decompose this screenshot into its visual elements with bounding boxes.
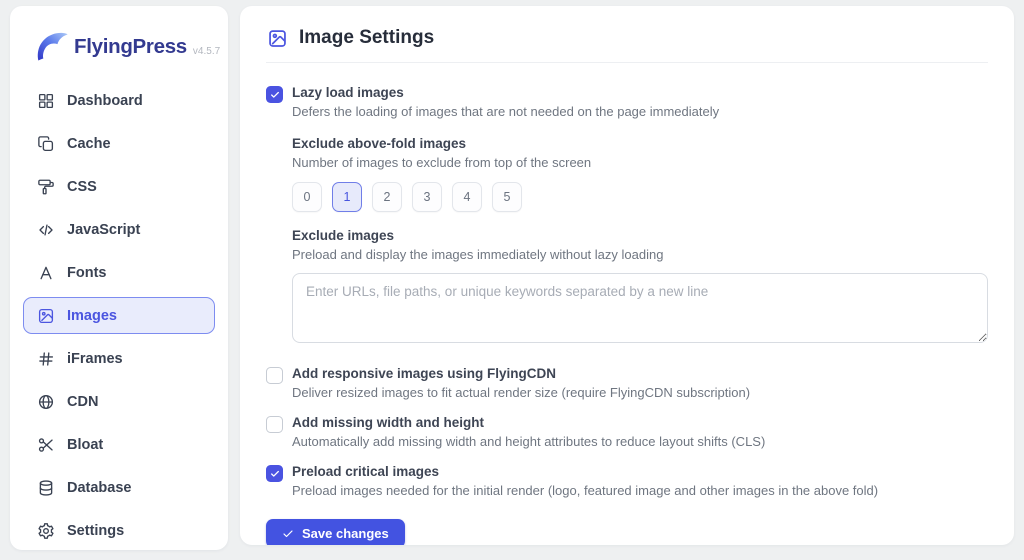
page-title: Image Settings: [299, 27, 434, 49]
sidebar-item-label: JavaScript: [67, 222, 140, 238]
above-fold-count-group: 0 1 2 3 4 5: [292, 182, 988, 212]
sidebar-item-cache[interactable]: Cache: [23, 125, 215, 162]
copy-pages-icon: [37, 135, 55, 153]
exclude-images-description: Preload and display the images immediate…: [292, 247, 988, 263]
exclude-above-fold-description: Number of images to exclude from top of …: [292, 155, 988, 171]
sidebar-item-label: Database: [67, 480, 131, 496]
above-fold-count-5[interactable]: 5: [492, 182, 522, 212]
image-settings-icon: [267, 28, 288, 49]
above-fold-count-2[interactable]: 2: [372, 182, 402, 212]
version-label: v4.5.7: [193, 46, 220, 57]
save-changes-button[interactable]: Save changes: [266, 519, 405, 545]
hash-icon: [37, 350, 55, 368]
sidebar-item-label: Cache: [67, 136, 111, 152]
sidebar-item-label: Dashboard: [67, 93, 143, 109]
sidebar-item-iframes[interactable]: iFrames: [23, 340, 215, 377]
exclude-images-label: Exclude images: [292, 228, 988, 244]
brand-name: FlyingPress: [74, 35, 187, 59]
settings-form: Lazy load images Defers the loading of i…: [266, 63, 988, 545]
sidebar: FlyingPress v4.5.7 Dashboard Cache CSS J…: [10, 6, 228, 550]
exclude-above-fold-label: Exclude above-fold images: [292, 136, 988, 152]
sidebar-item-fonts[interactable]: Fonts: [23, 254, 215, 291]
check-icon: [270, 469, 280, 479]
database-icon: [37, 479, 55, 497]
missing-dimensions-description: Automatically add missing width and heig…: [292, 434, 765, 450]
code-icon: [37, 221, 55, 239]
above-fold-count-4[interactable]: 4: [452, 182, 482, 212]
gear-icon: [37, 522, 55, 540]
setting-preload-critical: Preload critical images Preload images n…: [266, 464, 988, 499]
sidebar-item-label: Images: [67, 308, 117, 324]
sidebar-item-javascript[interactable]: JavaScript: [23, 211, 215, 248]
lazy-load-description: Defers the loading of images that are no…: [292, 104, 719, 120]
sidebar-item-label: iFrames: [67, 351, 123, 367]
save-changes-label: Save changes: [302, 526, 389, 541]
sidebar-item-label: Settings: [67, 523, 124, 539]
preload-critical-label: Preload critical images: [292, 464, 878, 480]
responsive-images-label: Add responsive images using FlyingCDN: [292, 366, 750, 382]
lazy-load-label: Lazy load images: [292, 85, 719, 101]
exclude-above-fold-section: Exclude above-fold images Number of imag…: [292, 136, 988, 212]
sidebar-item-settings[interactable]: Settings: [23, 512, 215, 549]
image-icon: [37, 307, 55, 325]
exclude-images-section: Exclude images Preload and display the i…: [292, 228, 988, 348]
flyingpress-logo-icon: [32, 28, 70, 66]
sidebar-item-label: CDN: [67, 394, 98, 410]
setting-lazy-load: Lazy load images Defers the loading of i…: [266, 85, 988, 120]
lazy-load-checkbox[interactable]: [266, 86, 283, 103]
globe-icon: [37, 393, 55, 411]
sidebar-item-dashboard[interactable]: Dashboard: [23, 82, 215, 119]
logo-row: FlyingPress v4.5.7: [23, 28, 215, 66]
dashboard-grid-icon: [37, 92, 55, 110]
above-fold-count-3[interactable]: 3: [412, 182, 442, 212]
setting-missing-dimensions: Add missing width and height Automatical…: [266, 415, 988, 450]
missing-dimensions-checkbox[interactable]: [266, 416, 283, 433]
sidebar-item-label: Fonts: [67, 265, 106, 281]
check-icon: [270, 90, 280, 100]
setting-responsive-images: Add responsive images using FlyingCDN De…: [266, 366, 988, 401]
sidebar-item-cdn[interactable]: CDN: [23, 383, 215, 420]
preload-critical-checkbox[interactable]: [266, 465, 283, 482]
above-fold-count-0[interactable]: 0: [292, 182, 322, 212]
responsive-images-checkbox[interactable]: [266, 367, 283, 384]
scissors-icon: [37, 436, 55, 454]
sidebar-item-css[interactable]: CSS: [23, 168, 215, 205]
exclude-images-input[interactable]: [292, 273, 988, 343]
above-fold-count-1[interactable]: 1: [332, 182, 362, 212]
missing-dimensions-label: Add missing width and height: [292, 415, 765, 431]
sidebar-item-database[interactable]: Database: [23, 469, 215, 506]
sidebar-item-images[interactable]: Images: [23, 297, 215, 334]
sidebar-nav: Dashboard Cache CSS JavaScript Fonts Ima…: [23, 82, 215, 549]
preload-critical-description: Preload images needed for the initial re…: [292, 483, 878, 499]
check-icon: [282, 528, 294, 540]
sidebar-item-label: CSS: [67, 179, 97, 195]
main-panel: Image Settings Lazy load images Defers t…: [240, 6, 1014, 545]
sidebar-item-bloat[interactable]: Bloat: [23, 426, 215, 463]
page-header: Image Settings: [266, 6, 988, 63]
sidebar-item-label: Bloat: [67, 437, 103, 453]
responsive-images-description: Deliver resized images to fit actual ren…: [292, 385, 750, 401]
paint-roller-icon: [37, 178, 55, 196]
letter-a-icon: [37, 264, 55, 282]
